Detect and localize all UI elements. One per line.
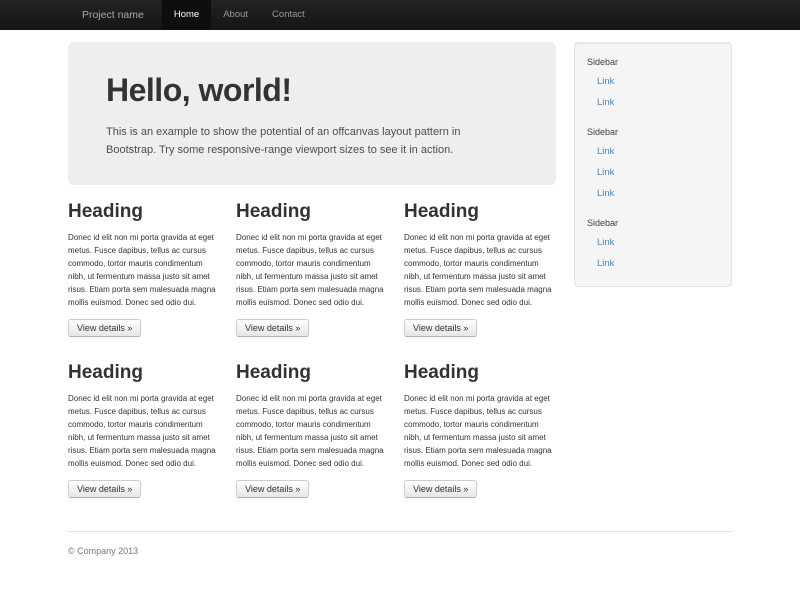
jumbotron: Hello, world! This is an example to show… bbox=[68, 42, 556, 185]
sidebar-group: Sidebar Link Link bbox=[575, 53, 731, 113]
card-text: Donec id elit non mi porta gravida at eg… bbox=[68, 392, 220, 470]
card-text: Donec id elit non mi porta gravida at eg… bbox=[236, 392, 388, 470]
card-heading: Heading bbox=[236, 362, 388, 384]
sidebar-header: Sidebar bbox=[575, 214, 731, 232]
brand-link[interactable]: Project name bbox=[68, 0, 162, 30]
content-area: Hello, world! This is an example to show… bbox=[68, 30, 732, 523]
card-heading: Heading bbox=[68, 201, 220, 223]
view-details-button[interactable]: View details » bbox=[236, 480, 309, 498]
main-column: Hello, world! This is an example to show… bbox=[68, 42, 556, 523]
sidebar-link[interactable]: Link bbox=[575, 183, 731, 204]
card-text: Donec id elit non mi porta gravida at eg… bbox=[404, 392, 556, 470]
sidebar-link[interactable]: Link bbox=[575, 162, 731, 183]
view-details-button[interactable]: View details » bbox=[404, 480, 477, 498]
navbar: Project name Home About Contact bbox=[0, 0, 800, 30]
sidebar-link[interactable]: Link bbox=[575, 232, 731, 253]
sidebar-link[interactable]: Link bbox=[575, 92, 731, 113]
jumbotron-lead: This is an example to show the potential… bbox=[106, 123, 506, 159]
card-text: Donec id elit non mi porta gravida at eg… bbox=[404, 231, 556, 309]
content-card: Heading Donec id elit non mi porta gravi… bbox=[68, 201, 220, 337]
nav-item-about[interactable]: About bbox=[211, 0, 260, 30]
sidebar-link[interactable]: Link bbox=[575, 253, 731, 274]
view-details-button[interactable]: View details » bbox=[68, 319, 141, 337]
sidebar-group: Sidebar Link Link bbox=[575, 214, 731, 274]
content-card: Heading Donec id elit non mi porta gravi… bbox=[404, 362, 556, 498]
card-heading: Heading bbox=[404, 201, 556, 223]
sidebar-well: Sidebar Link Link Sidebar Link Link Link… bbox=[574, 42, 732, 287]
content-card: Heading Donec id elit non mi porta gravi… bbox=[236, 362, 388, 498]
view-details-button[interactable]: View details » bbox=[404, 319, 477, 337]
card-text: Donec id elit non mi porta gravida at eg… bbox=[236, 231, 388, 309]
navbar-container: Project name Home About Contact bbox=[68, 0, 732, 30]
content-card: Heading Donec id elit non mi porta gravi… bbox=[236, 201, 388, 337]
copyright-text: © Company 2013 bbox=[68, 546, 732, 556]
card-heading: Heading bbox=[404, 362, 556, 384]
nav-item-contact[interactable]: Contact bbox=[260, 0, 317, 30]
page-footer: © Company 2013 bbox=[68, 531, 732, 556]
view-details-button[interactable]: View details » bbox=[236, 319, 309, 337]
sidebar-header: Sidebar bbox=[575, 123, 731, 141]
sidebar: Sidebar Link Link Sidebar Link Link Link… bbox=[574, 42, 732, 523]
navbar-nav: Home About Contact bbox=[162, 0, 317, 30]
cards-row-1: Heading Donec id elit non mi porta gravi… bbox=[68, 201, 556, 337]
nav-item-home[interactable]: Home bbox=[162, 0, 211, 30]
sidebar-link[interactable]: Link bbox=[575, 141, 731, 162]
jumbotron-title: Hello, world! bbox=[106, 72, 518, 109]
sidebar-group: Sidebar Link Link Link bbox=[575, 123, 731, 204]
card-heading: Heading bbox=[236, 201, 388, 223]
content-card: Heading Donec id elit non mi porta gravi… bbox=[404, 201, 556, 337]
card-heading: Heading bbox=[68, 362, 220, 384]
card-text: Donec id elit non mi porta gravida at eg… bbox=[68, 231, 220, 309]
sidebar-header: Sidebar bbox=[575, 53, 731, 71]
view-details-button[interactable]: View details » bbox=[68, 480, 141, 498]
content-card: Heading Donec id elit non mi porta gravi… bbox=[68, 362, 220, 498]
sidebar-link[interactable]: Link bbox=[575, 71, 731, 92]
cards-row-2: Heading Donec id elit non mi porta gravi… bbox=[68, 362, 556, 498]
